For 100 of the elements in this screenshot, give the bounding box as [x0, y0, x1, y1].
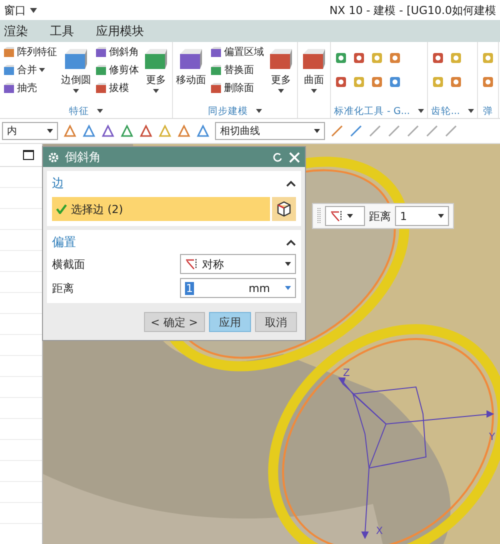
ribbon-tool-button[interactable]: 替换面 [210, 63, 264, 77]
ribbon-tool-button[interactable]: 阵列特征 [3, 45, 57, 59]
caret-icon [438, 214, 444, 218]
chamfer-icon [330, 210, 344, 222]
collapse-icon[interactable] [286, 180, 296, 186]
block-icon [63, 47, 89, 71]
block-icon [3, 64, 15, 76]
curve-rule-dropdown[interactable]: 相切曲线 [215, 122, 325, 140]
tool-icon[interactable] [430, 75, 445, 89]
ribbon-tool-button[interactable]: 删除面 [210, 81, 264, 95]
ribbon-tool-button[interactable]: 倒斜角 [95, 45, 139, 59]
caret-icon[interactable] [468, 109, 474, 113]
caret-icon[interactable] [256, 109, 262, 113]
field-label: 距离 [369, 208, 391, 224]
collapse-icon[interactable] [286, 238, 296, 246]
tool-icon[interactable] [82, 124, 96, 138]
ribbon-large-button[interactable]: 边倒圆 [61, 45, 91, 93]
dialog-button[interactable]: 取消 [255, 312, 297, 332]
menu-item[interactable]: 应用模块 [96, 22, 144, 40]
tool-icon[interactable] [139, 124, 153, 138]
menu-item[interactable]: 渲染 [4, 22, 28, 40]
block-icon [95, 82, 107, 94]
ribbon-large-button[interactable]: 曲面 [301, 45, 327, 93]
tool-icon[interactable] [448, 51, 463, 65]
section-title: 偏置 [52, 234, 76, 250]
caret-icon[interactable] [97, 109, 103, 113]
tool-icon[interactable] [480, 51, 495, 65]
ribbon-large-button[interactable]: 更多 [268, 45, 294, 93]
block-icon [178, 47, 204, 71]
tool-icon[interactable] [388, 75, 402, 89]
tool-icon[interactable] [63, 124, 77, 138]
settings-icon[interactable] [48, 152, 59, 162]
ribbon-tool-button[interactable]: 修剪体 [95, 63, 139, 77]
tool-icon[interactable] [349, 124, 363, 138]
tool-icon[interactable] [352, 51, 366, 65]
tool-icon[interactable] [388, 51, 402, 65]
close-icon[interactable] [289, 152, 300, 162]
tool-icon[interactable] [406, 124, 420, 138]
ribbon-tool-button[interactable]: 偏置区域 [210, 45, 264, 59]
block-icon [210, 64, 222, 76]
group-title: 特征 [69, 104, 89, 118]
filter-dropdown[interactable]: 内 [2, 122, 58, 140]
distance-input[interactable]: 1 mm [180, 278, 296, 298]
tool-icon[interactable] [425, 124, 439, 138]
tool-icon[interactable] [330, 124, 344, 138]
ribbon-tool-button[interactable]: 抽壳 [3, 81, 57, 95]
tool-icon[interactable] [480, 75, 495, 89]
axis-label: Z [343, 368, 350, 379]
caret-icon[interactable] [418, 109, 424, 113]
axis-label: X [376, 526, 383, 537]
grip-icon[interactable] [317, 207, 321, 225]
tool-icon[interactable] [334, 75, 348, 89]
group-title: 齿轮... [430, 104, 460, 118]
distance-dropdown[interactable]: 1 [395, 206, 449, 226]
ribbon-large-button[interactable]: 移动面 [176, 45, 206, 87]
tool-icon[interactable] [158, 124, 172, 138]
caret-icon [278, 89, 284, 93]
tool-icon[interactable] [120, 124, 134, 138]
block-icon [95, 46, 107, 58]
tool-icon[interactable] [448, 75, 463, 89]
ribbon-large-button[interactable]: 更多 [143, 45, 169, 93]
group-title: 标准化工具 - G... [334, 104, 410, 118]
group-title: 弹 [482, 104, 493, 118]
tool-icon[interactable] [370, 75, 384, 89]
select-edge-item[interactable]: 选择边 (2) [52, 197, 270, 221]
dialog-button[interactable]: < 确定 > [144, 312, 205, 332]
dialog-button[interactable]: 应用 [209, 312, 251, 332]
block-icon [301, 47, 327, 71]
curve-select-button[interactable] [272, 197, 296, 221]
maximize-icon[interactable] [23, 150, 34, 160]
caret-icon [73, 89, 79, 93]
block-icon [210, 82, 222, 94]
tool-icon[interactable] [196, 124, 210, 138]
block-icon [210, 46, 222, 58]
window-menu[interactable]: 窗口 [4, 2, 26, 18]
tool-icon[interactable] [387, 124, 401, 138]
block-icon [3, 46, 15, 58]
ribbon-tool-button[interactable]: 拔模 [95, 81, 139, 95]
tool-icon[interactable] [444, 124, 458, 138]
tool-icon[interactable] [334, 51, 348, 65]
caret-icon [311, 89, 317, 93]
tool-icon[interactable] [352, 75, 366, 89]
block-icon [143, 47, 169, 71]
ribbon-tool-button[interactable]: 合并 [3, 63, 57, 77]
caret-icon [285, 286, 291, 290]
cross-section-dropdown[interactable] [325, 206, 365, 226]
caret-icon [285, 262, 291, 266]
cross-section-dropdown[interactable]: 对称 [180, 254, 296, 274]
tool-icon[interactable] [370, 51, 384, 65]
reset-icon[interactable] [272, 152, 283, 162]
section-title: 边 [52, 174, 64, 192]
tool-icon[interactable] [430, 51, 445, 65]
menu-item[interactable]: 工具 [50, 22, 74, 40]
field-label: 横截面 [52, 256, 86, 272]
tool-icon[interactable] [177, 124, 191, 138]
tool-icon[interactable] [101, 124, 115, 138]
chamfer-icon [185, 258, 199, 270]
caret-icon [347, 214, 353, 218]
tool-icon[interactable] [368, 124, 382, 138]
coordinate-axes-icon [338, 378, 494, 540]
